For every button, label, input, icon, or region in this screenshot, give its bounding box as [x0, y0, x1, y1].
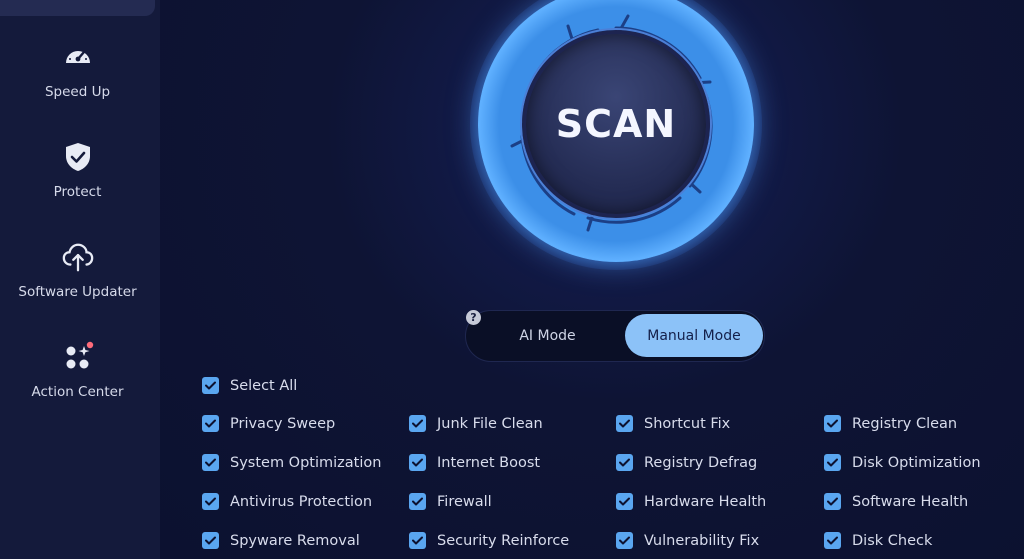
shield-check-icon [61, 140, 95, 174]
main-panel: SCAN ? AI Mode Manual Mode Select All Pri… [160, 0, 1024, 559]
sidebar-item-label: Protect [53, 184, 102, 200]
checkbox-checked-icon[interactable] [409, 532, 426, 549]
sidebar-item-action-center[interactable]: Action Center [0, 340, 155, 420]
option-checkbox[interactable]: Disk Optimization [824, 454, 981, 471]
checkbox-checked-icon[interactable] [616, 454, 633, 471]
checkbox-label: Firewall [437, 493, 492, 510]
speedometer-icon [61, 40, 95, 74]
checkbox-label: Internet Boost [437, 454, 541, 471]
sidebar-item-speed-up[interactable]: Speed Up [0, 40, 155, 120]
checkbox-checked-icon[interactable] [202, 377, 219, 394]
sidebar-item-software-updater[interactable]: Software Updater [0, 240, 155, 320]
checkbox-checked-icon[interactable] [202, 532, 219, 549]
option-checkbox[interactable]: Spyware Removal [202, 532, 360, 549]
checkbox-label: Registry Clean [852, 415, 958, 432]
option-checkbox[interactable]: Antivirus Protection [202, 493, 372, 510]
checkbox-checked-icon[interactable] [409, 454, 426, 471]
option-checkbox[interactable]: System Optimization [202, 454, 381, 471]
checkbox-label: Privacy Sweep [230, 415, 336, 432]
checkbox-label: Disk Check [852, 532, 933, 549]
option-checkbox[interactable]: Registry Clean [824, 415, 957, 432]
option-checkbox[interactable]: Security Reinforce [409, 532, 569, 549]
checkbox-checked-icon[interactable] [202, 493, 219, 510]
ai-mode-option[interactable]: AI Mode [480, 315, 615, 357]
checkbox-label: Registry Defrag [644, 454, 758, 471]
option-checkbox[interactable]: Disk Check [824, 532, 932, 549]
checkbox-checked-icon[interactable] [616, 532, 633, 549]
option-checkbox[interactable]: Junk File Clean [409, 415, 543, 432]
checkbox-checked-icon[interactable] [616, 493, 633, 510]
checkbox-checked-icon[interactable] [824, 415, 841, 432]
checkbox-label: Antivirus Protection [230, 493, 373, 510]
checkbox-checked-icon[interactable] [202, 454, 219, 471]
manual-mode-option[interactable]: Manual Mode [625, 314, 763, 357]
checkbox-label: System Optimization [230, 454, 382, 471]
help-icon[interactable]: ? [466, 310, 481, 325]
notification-badge [86, 341, 93, 349]
checkbox-checked-icon[interactable] [616, 415, 633, 432]
checkbox-label: Junk File Clean [437, 415, 543, 432]
scan-button-label: SCAN [555, 102, 677, 146]
checkbox-label: Security Reinforce [437, 532, 570, 549]
checkbox-checked-icon[interactable] [202, 415, 219, 432]
checkbox-label: Shortcut Fix [644, 415, 731, 432]
scan-widget: SCAN [470, 0, 762, 270]
sidebar: Speed Up Protect Software Updater Action… [0, 0, 160, 559]
checkbox-checked-icon[interactable] [409, 493, 426, 510]
checkbox-label: Select All [230, 377, 298, 394]
checkbox-checked-icon[interactable] [824, 493, 841, 510]
cloud-upload-icon [61, 240, 95, 274]
checkbox-label: Hardware Health [644, 493, 767, 510]
scan-button[interactable]: SCAN [522, 30, 710, 218]
option-checkbox[interactable]: Firewall [409, 493, 492, 510]
sidebar-item-label: Software Updater [18, 284, 137, 300]
option-checkbox[interactable]: Registry Defrag [616, 454, 757, 471]
option-checkbox[interactable]: Software Health [824, 493, 968, 510]
checkbox-label: Spyware Removal [230, 532, 360, 549]
sidebar-item-label: Speed Up [44, 84, 111, 100]
checkbox-label: Software Health [852, 493, 969, 510]
select-all-checkbox[interactable]: Select All [202, 377, 297, 394]
checkbox-label: Vulnerability Fix [644, 532, 760, 549]
option-checkbox[interactable]: Internet Boost [409, 454, 540, 471]
apps-grid-icon [61, 340, 95, 374]
sidebar-active-tab[interactable] [0, 0, 155, 16]
checkbox-checked-icon[interactable] [824, 532, 841, 549]
checkbox-checked-icon[interactable] [824, 454, 841, 471]
option-checkbox[interactable]: Hardware Health [616, 493, 766, 510]
option-checkbox[interactable]: Vulnerability Fix [616, 532, 759, 549]
sidebar-item-protect[interactable]: Protect [0, 140, 155, 220]
checkbox-checked-icon[interactable] [409, 415, 426, 432]
option-checkbox[interactable]: Privacy Sweep [202, 415, 335, 432]
option-checkbox[interactable]: Shortcut Fix [616, 415, 730, 432]
sidebar-item-label: Action Center [31, 384, 124, 400]
checkbox-label: Disk Optimization [852, 454, 981, 471]
